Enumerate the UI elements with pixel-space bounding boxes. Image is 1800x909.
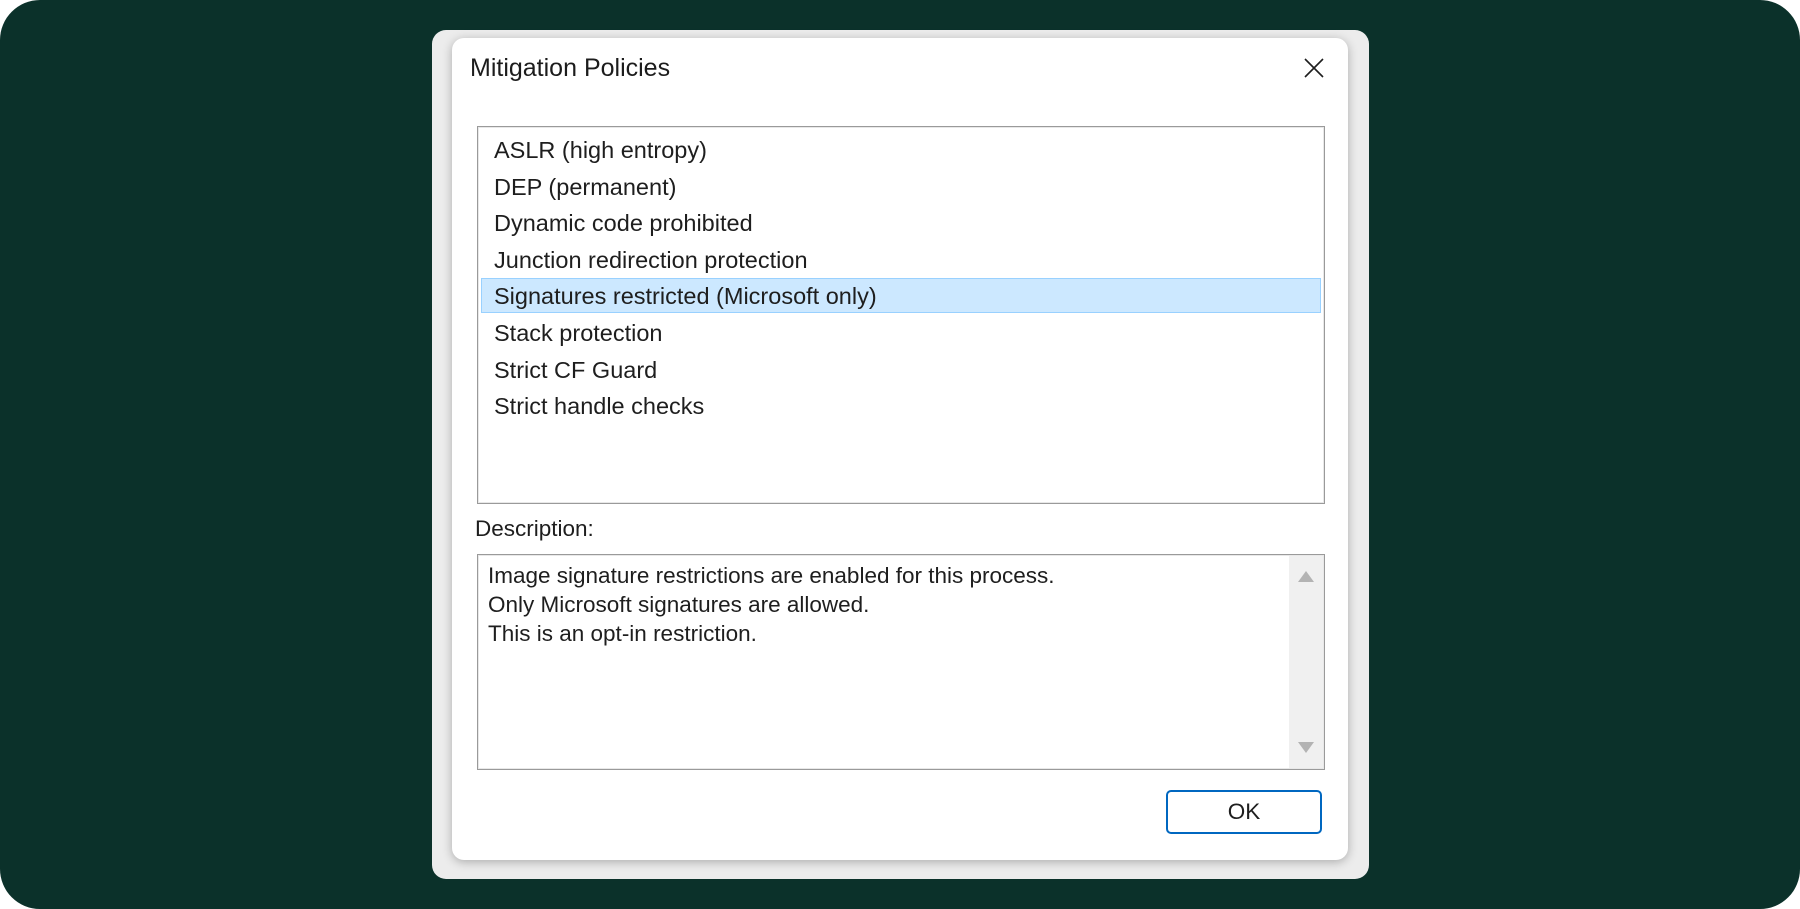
scroll-down-arrow-icon[interactable] bbox=[1298, 742, 1314, 753]
description-text: Image signature restrictions are enabled… bbox=[488, 561, 1278, 648]
list-item[interactable]: Junction redirection protection bbox=[481, 242, 1321, 277]
list-item[interactable]: Strict handle checks bbox=[481, 388, 1321, 423]
list-item[interactable]: DEP (permanent) bbox=[481, 169, 1321, 204]
close-button[interactable] bbox=[1292, 48, 1336, 88]
policies-listbox[interactable]: ASLR (high entropy) DEP (permanent) Dyna… bbox=[477, 126, 1325, 504]
description-label: Description: bbox=[475, 516, 594, 541]
description-textbox[interactable]: Image signature restrictions are enabled… bbox=[477, 554, 1325, 770]
ok-button[interactable]: OK bbox=[1166, 790, 1322, 834]
close-icon bbox=[1304, 58, 1324, 78]
list-item[interactable]: Strict CF Guard bbox=[481, 352, 1321, 387]
list-item[interactable]: ASLR (high entropy) bbox=[481, 132, 1321, 167]
scroll-up-arrow-icon[interactable] bbox=[1298, 571, 1314, 582]
description-line: Only Microsoft signatures are allowed. bbox=[488, 592, 870, 617]
description-line: This is an opt-in restriction. bbox=[488, 621, 757, 646]
mitigation-policies-dialog: Mitigation Policies ASLR (high entropy) … bbox=[452, 38, 1348, 860]
dialog-title: Mitigation Policies bbox=[470, 54, 671, 82]
list-item[interactable]: Stack protection bbox=[481, 315, 1321, 350]
vertical-scrollbar[interactable] bbox=[1289, 556, 1323, 768]
list-item[interactable]: Signatures restricted (Microsoft only) bbox=[481, 278, 1321, 314]
list-item[interactable]: Dynamic code prohibited bbox=[481, 205, 1321, 240]
description-line: Image signature restrictions are enabled… bbox=[488, 563, 1055, 588]
